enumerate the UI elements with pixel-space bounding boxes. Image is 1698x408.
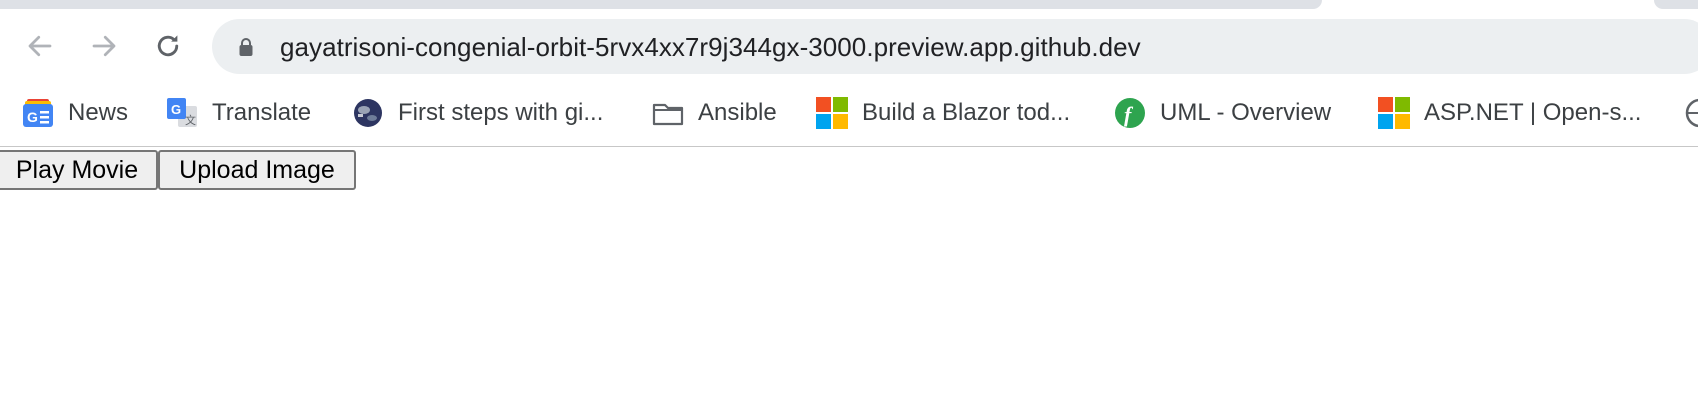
back-button[interactable] (20, 28, 60, 64)
browser-toolbar: gayatrisoni-congenial-orbit-5rvx4xx7r9j3… (0, 16, 1698, 76)
bookmark-blazor[interactable]: Build a Blazor tod... (816, 86, 1070, 140)
url-text[interactable]: gayatrisoni-congenial-orbit-5rvx4xx7r9j3… (280, 32, 1141, 63)
forward-button[interactable] (84, 28, 124, 64)
google-news-icon: G (22, 97, 54, 129)
folder-icon (652, 97, 684, 129)
reload-button[interactable] (148, 28, 188, 64)
bookmark-label: First steps with gi... (398, 99, 604, 126)
bookmark-label: Ansible (698, 99, 777, 126)
bookmark-ansible[interactable]: Ansible (652, 86, 777, 140)
arrow-left-icon (28, 35, 52, 57)
bookmark-label: UML - Overview (1160, 99, 1332, 126)
bookmark-news[interactable]: G News (22, 86, 128, 140)
svg-text:文: 文 (185, 113, 196, 127)
svg-text:G: G (27, 109, 38, 125)
reload-icon (157, 35, 179, 57)
google-translate-icon: G 文 (166, 97, 198, 129)
page-content: Play Movie Upload Image (0, 147, 1698, 408)
microsoft-logo-icon (1378, 97, 1410, 129)
tab-strip (0, 0, 1698, 16)
bookmark-uml[interactable]: f UML - Overview (1114, 86, 1331, 140)
bookmark-overflow[interactable] (1684, 86, 1698, 140)
globe-icon (1684, 97, 1698, 129)
inactive-tab-area-right[interactable] (1654, 0, 1698, 9)
bookmark-label: News (68, 99, 129, 126)
bookmark-aspnet[interactable]: ASP.NET | Open-s... (1378, 86, 1641, 140)
bookmarks-bar: G News G 文 Translate First steps with gi… (0, 86, 1698, 140)
upload-image-button[interactable]: Upload Image (158, 150, 356, 190)
lock-icon[interactable] (238, 37, 254, 57)
bookmark-label: Translate (212, 99, 312, 126)
bookmark-label: ASP.NET | Open-s... (1424, 99, 1642, 126)
bookmark-first-steps[interactable]: First steps with gi... (352, 86, 603, 140)
bookmark-label: Build a Blazor tod... (862, 99, 1071, 126)
inactive-tab-area[interactable] (0, 0, 1322, 9)
f-circle-icon: f (1114, 97, 1146, 129)
microsoft-logo-icon (816, 97, 848, 129)
address-bar[interactable]: gayatrisoni-congenial-orbit-5rvx4xx7r9j3… (212, 19, 1698, 74)
bookmark-translate[interactable]: G 文 Translate (166, 86, 311, 140)
globe-favicon (352, 97, 384, 129)
play-movie-button[interactable]: Play Movie (0, 150, 158, 190)
arrow-right-icon (92, 35, 116, 57)
svg-text:G: G (171, 102, 181, 117)
